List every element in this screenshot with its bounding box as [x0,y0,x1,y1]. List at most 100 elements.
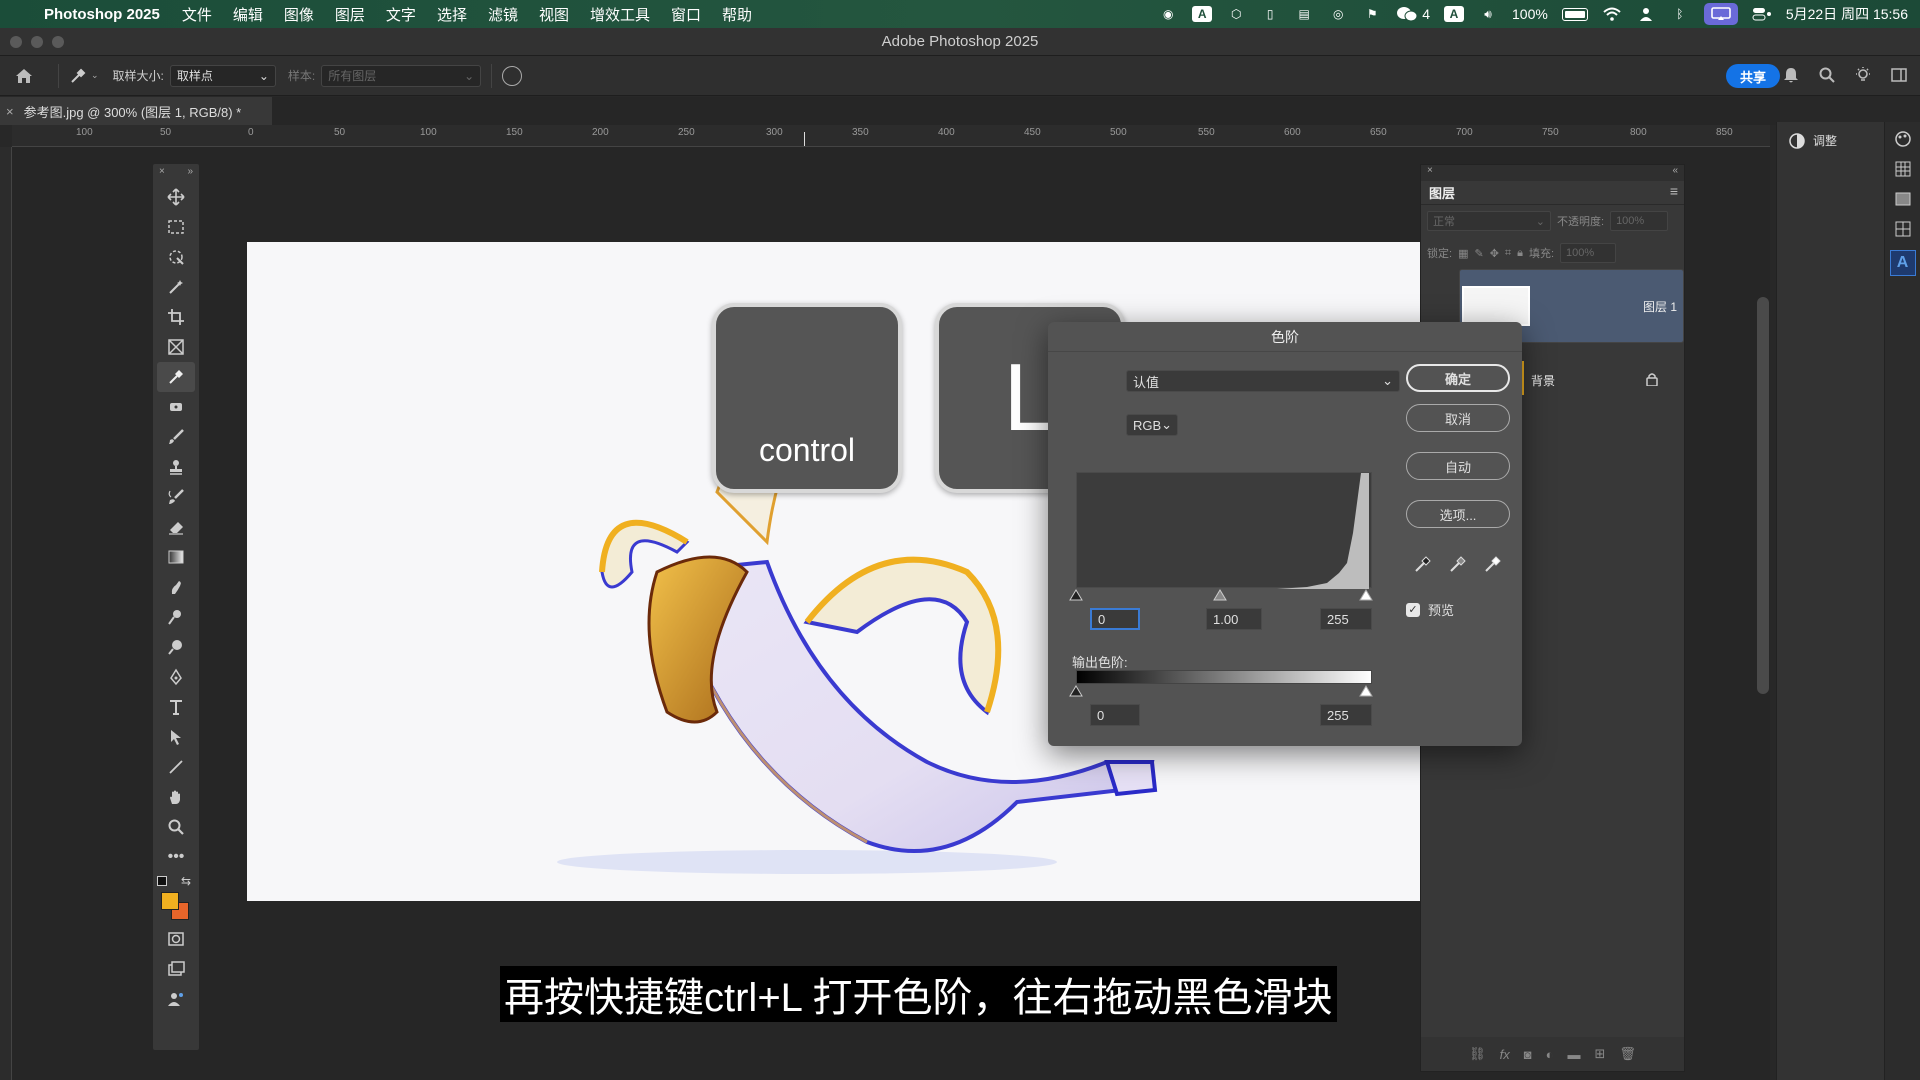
sample-size-select[interactable]: 取样点 ⌄ [169,64,276,87]
object-selection-tool[interactable] [153,242,199,272]
black-point-eyedropper-icon[interactable] [1413,554,1433,574]
gradient-tool[interactable] [153,542,199,572]
app-menu[interactable]: Photoshop 2025 [44,6,160,23]
input-white-handle[interactable] [1359,589,1373,601]
opacity-field[interactable]: 100% [1610,211,1669,231]
panel-menu-icon[interactable]: ≡ [1670,183,1678,199]
brush-tool[interactable] [153,422,199,452]
line-tool[interactable] [153,752,199,782]
workspace-icon[interactable] [1890,66,1908,84]
zoom-tool[interactable] [153,812,199,842]
output-slider-track[interactable] [1068,684,1380,698]
healing-brush-tool[interactable] [153,392,199,422]
output-black-handle[interactable] [1069,685,1083,697]
document-tab[interactable]: × 参考图.jpg @ 300% (图层 1, RGB/8) * [0,97,272,125]
menubar-clock[interactable]: 5月22日 周四 15:56 [1786,4,1908,24]
mouse-icon[interactable]: ▯ [1260,6,1280,22]
panel-scrollbar[interactable] [1757,297,1769,694]
lock-all-icon[interactable]: 🔒︎ [1517,247,1523,260]
type-tool[interactable] [153,692,199,722]
menu-help[interactable]: 帮助 [722,4,752,25]
eraser-tool[interactable] [153,512,199,542]
input-black-handle[interactable] [1069,589,1083,601]
eyedropper-tool[interactable] [157,362,195,392]
channel-select[interactable]: RGB ⌄ [1126,414,1178,436]
menu-plugins[interactable]: 增效工具 [590,4,650,25]
close-tab-icon[interactable]: × [6,104,14,119]
input-gamma-field[interactable]: 1.00 [1206,608,1262,630]
blend-mode-select[interactable]: 正常 ⌄ [1427,211,1551,231]
sample-layers-select[interactable]: 所有图层 ⌄ [321,64,482,87]
search-icon[interactable] [1818,66,1836,84]
volume-icon[interactable]: 🔊︎ [1478,6,1498,22]
menu-file[interactable]: 文件 [182,4,212,25]
menu-filter[interactable]: 滤镜 [488,4,518,25]
delete-layer-icon[interactable]: 🗑︎ [1619,1046,1636,1062]
user-icon[interactable] [1636,6,1656,22]
record-icon[interactable]: ◉ [1158,6,1178,22]
lock-position-icon[interactable]: ✥ [1490,247,1499,260]
white-point-eyedropper-icon[interactable] [1483,554,1503,574]
marquee-tool[interactable] [153,212,199,242]
smudge-tool[interactable] [153,572,199,602]
adjustments-panel-button[interactable]: 调整 [1777,122,1884,159]
close-panel-icon[interactable]: × [159,166,165,180]
menu-select[interactable]: 选择 [437,4,467,25]
bookmark-icon[interactable]: ⚑ [1362,6,1382,22]
fill-field[interactable]: 100% [1560,243,1617,263]
crop-tool[interactable] [153,302,199,332]
color-palette-icon[interactable] [1894,130,1912,148]
input-source-icon[interactable]: A [1444,6,1465,22]
close-window-button[interactable] [10,36,22,48]
cube-icon[interactable]: ⬡ [1226,6,1246,22]
input-gamma-handle[interactable] [1213,589,1227,601]
home-button[interactable] [0,68,48,84]
path-selection-tool[interactable] [153,722,199,752]
tool-preset-picker[interactable]: ⌄ [69,67,99,85]
wifi-icon[interactable] [1602,6,1622,22]
new-group-icon[interactable]: ▬ [1567,1047,1580,1062]
frame-tool[interactable] [153,332,199,362]
tab-layers[interactable]: 图层 [1429,183,1455,202]
collapse-panel-icon[interactable]: « [1672,165,1678,181]
screen-mode-button[interactable] [153,954,199,984]
input-white-field[interactable]: 255 [1320,608,1372,630]
display-icon[interactable]: ▤ [1294,6,1314,22]
auto-button[interactable]: 自动 [1406,452,1510,480]
link-layers-icon[interactable]: ⛓︎ [1469,1046,1486,1062]
lock-image-icon[interactable]: ✎ [1474,247,1483,260]
gradients-icon[interactable] [1894,190,1912,208]
layer-style-icon[interactable]: fx [1500,1047,1510,1062]
sampling-ring-icon[interactable] [502,65,523,86]
clone-stamp-tool[interactable] [153,452,199,482]
preview-checkbox[interactable]: ✓ [1406,602,1420,617]
font-panel-button[interactable]: A [1889,250,1916,276]
screen-mirroring-icon[interactable] [1703,3,1738,25]
history-brush-tool[interactable] [153,482,199,512]
lock-artboard-icon[interactable]: ⌗ [1505,247,1511,260]
bell-icon[interactable] [1782,66,1800,84]
lightbulb-icon[interactable] [1854,66,1872,84]
menu-layer[interactable]: 图层 [335,4,365,25]
ok-button[interactable]: 确定 [1406,364,1510,392]
zoom-window-button[interactable] [52,36,64,48]
close-panel-icon[interactable]: × [1427,165,1433,181]
collapse-panel-icon[interactable]: » [187,166,193,180]
output-black-field[interactable]: 0 [1090,704,1140,726]
lock-transparent-icon[interactable]: ▦ [1458,247,1468,260]
menu-image[interactable]: 图像 [284,4,314,25]
quick-mask-button[interactable] [153,924,199,954]
patterns-icon[interactable] [1894,220,1912,238]
input-slider-track[interactable] [1068,588,1380,602]
cancel-button[interactable]: 取消 [1406,404,1510,432]
add-mask-icon[interactable]: ◙ [1524,1047,1532,1062]
text-input-icon[interactable]: A [1192,6,1213,22]
swatches-grid-icon[interactable] [1894,160,1912,178]
minimize-window-button[interactable] [31,36,43,48]
new-layer-icon[interactable]: ⊞ [1594,1046,1605,1062]
menu-type[interactable]: 文字 [386,4,416,25]
share-for-review-button[interactable] [153,984,199,1014]
output-white-handle[interactable] [1359,685,1373,697]
menu-window[interactable]: 窗口 [671,4,701,25]
magic-wand-tool[interactable] [153,272,199,302]
